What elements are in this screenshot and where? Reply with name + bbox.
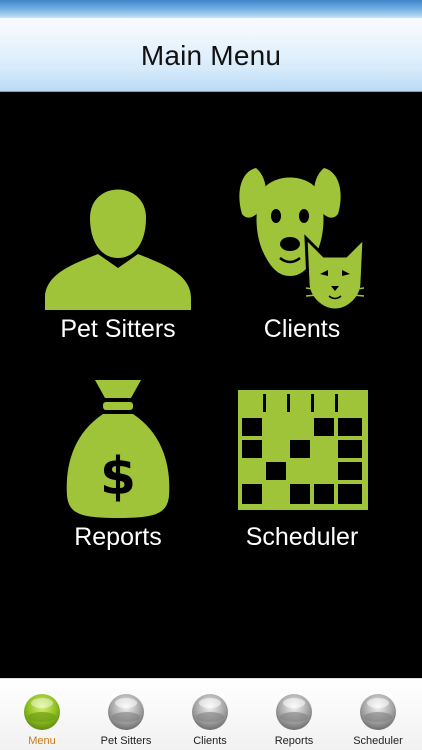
tab-menu[interactable]: Menu (0, 679, 84, 750)
gray-orb-icon (360, 694, 396, 730)
app-screen: Main Menu Pet Sitters Clients $ Reports … (0, 0, 422, 750)
money-bag-icon: $ (66, 380, 170, 518)
tab-label-scheduler: Scheduler (353, 735, 403, 747)
green-orb-icon (24, 694, 60, 730)
status-strip (0, 0, 422, 18)
title-bar: Main Menu (0, 0, 422, 92)
dog-cat-icon (239, 168, 366, 312)
tab-reports[interactable]: Reports (252, 679, 336, 750)
menu-tile-pet-sitters[interactable]: Pet Sitters (18, 160, 218, 360)
menu-tile-clients[interactable]: Clients (202, 160, 402, 360)
menu-label-pet-sitters: Pet Sitters (60, 315, 176, 343)
gray-orb-icon (108, 694, 144, 730)
tab-clients[interactable]: Clients (168, 679, 252, 750)
gray-orb-icon (276, 694, 312, 730)
menu-label-reports: Reports (74, 523, 162, 551)
tab-label-pet-sitters: Pet Sitters (100, 735, 152, 747)
menu-tile-scheduler[interactable]: Scheduler (202, 372, 402, 572)
svg-text:$: $ (100, 447, 136, 507)
menu-tile-reports[interactable]: $ Reports (18, 372, 218, 572)
tab-scheduler[interactable]: Scheduler (336, 679, 420, 750)
gray-orb-icon (192, 694, 228, 730)
page-title: Main Menu (140, 40, 282, 71)
person-icon (45, 189, 191, 310)
menu-label-clients: Clients (263, 315, 341, 343)
menu-label-scheduler: Scheduler (245, 523, 359, 551)
tab-label-clients: Clients (193, 735, 227, 747)
tab-pet-sitters[interactable]: Pet Sitters (84, 679, 168, 750)
tab-label-reports: Reports (274, 735, 314, 747)
bottom-tab-bar: Menu Pet Sitters Clients Reports Schedul… (0, 678, 422, 750)
tab-label-menu: Menu (28, 735, 56, 747)
calendar-grid-icon (238, 390, 368, 510)
